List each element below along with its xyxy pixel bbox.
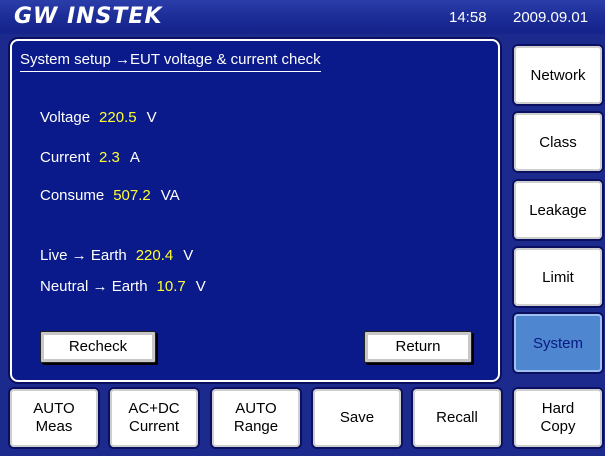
acdc-current-button[interactable]: AC+DC Current [110,389,198,447]
acdc-current-line2: Current [128,418,180,435]
voltage-label: Voltage [40,109,91,126]
network-button[interactable]: Network [514,46,602,104]
voltage-unit: V [146,109,157,126]
recall-button[interactable]: Recall [413,389,501,447]
top-bar: GW INSTEK 14:58 2009.09.01 [0,0,605,34]
neutral-earth-value: 10.7 [156,278,186,295]
auto-range-button[interactable]: AUTO Range [212,389,300,447]
auto-meas-line2: Meas [35,418,73,435]
neutral-earth-unit: V [195,278,206,295]
voltage-row: Voltage 220.5 V [40,109,157,126]
recheck-button[interactable]: Recheck [40,331,156,363]
auto-range-line1: AUTO [235,400,277,417]
auto-range-line2: Range [233,418,279,435]
panel-title: System setup →EUT voltage & current chec… [20,51,321,72]
current-unit: A [129,149,140,166]
neutral-earth-label: Neutral → Earth [40,278,148,295]
leakage-button[interactable]: Leakage [514,181,602,239]
save-button[interactable]: Save [313,389,401,447]
brand-logo: GW INSTEK [14,4,163,29]
hard-copy-line2: Copy [540,418,576,435]
acdc-current-line1: AC+DC [128,400,180,417]
save-label: Save [339,409,375,426]
consume-row: Consume 507.2 VA [40,187,180,204]
live-earth-label: Live → Earth [40,247,127,264]
clock-time: 14:58 [449,9,487,26]
voltage-value: 220.5 [99,109,137,126]
auto-meas-button[interactable]: AUTO Meas [10,389,98,447]
limit-button[interactable]: Limit [514,248,602,306]
current-row: Current 2.3 A [40,149,140,166]
live-earth-unit: V [183,247,194,264]
current-label: Current [40,149,91,166]
current-value: 2.3 [99,149,120,166]
auto-meas-line1: AUTO [33,400,75,417]
consume-value: 507.2 [113,187,151,204]
clock-date: 2009.09.01 [513,9,589,26]
live-earth-value: 220.4 [135,247,174,264]
recall-label: Recall [436,409,478,426]
consume-label: Consume [40,187,105,204]
neutral-earth-row: Neutral → Earth 10.7 V [40,278,206,295]
class-button[interactable]: Class [514,113,602,171]
hard-copy-line1: Hard [541,400,575,417]
return-button[interactable]: Return [364,331,472,363]
hard-copy-button[interactable]: Hard Copy [514,389,602,447]
system-button[interactable]: System [514,314,602,372]
consume-unit: VA [160,187,180,204]
eut-check-panel: System setup →EUT voltage & current chec… [10,39,500,382]
live-earth-row: Live → Earth 220.4 V [40,247,193,264]
